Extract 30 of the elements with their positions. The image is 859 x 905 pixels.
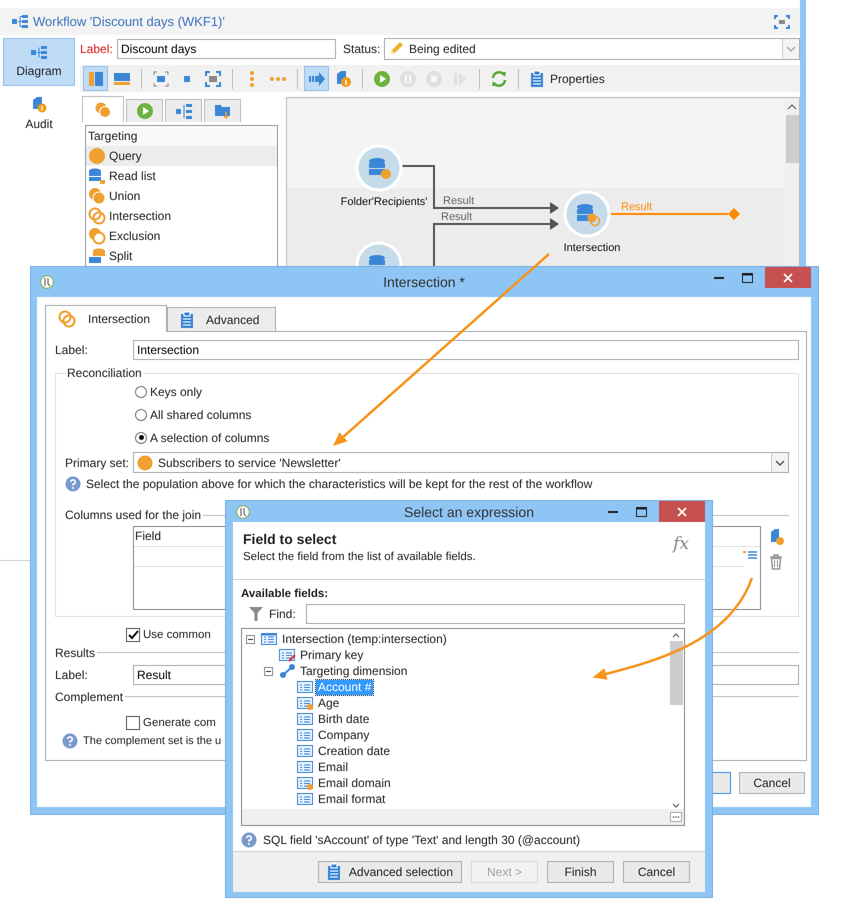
- dialog-heading: Field to select: [243, 531, 338, 547]
- find-caption: Find:: [269, 607, 296, 621]
- radio-label: Keys only: [150, 384, 202, 398]
- section-title: Available fields:: [241, 588, 330, 600]
- checkbox-label: Generate com: [143, 716, 216, 729]
- status-caption: Status:: [343, 42, 382, 56]
- label-caption: Label:: [55, 343, 89, 357]
- transition-label: Result: [443, 195, 474, 207]
- checkbox-label: Use common: [143, 628, 211, 641]
- dialog-subtitle: Select the field from the list of available fields.: [243, 551, 477, 563]
- transition-label: Result: [621, 201, 652, 213]
- hint-text: Select the population above for which the characteristics will be kept for the rest of the workflow: [86, 477, 592, 491]
- node-label: Intersection: [564, 242, 620, 254]
- dialog-title: Select an expression: [404, 504, 534, 520]
- label-caption: Label:: [80, 42, 114, 56]
- section-title: Results: [55, 646, 96, 660]
- section-title: Complement: [55, 690, 124, 704]
- primary-set-caption: Primary set:: [65, 456, 130, 470]
- window-title: Workflow 'Discount days (WKF1)': [33, 14, 225, 29]
- label-caption: Label:: [55, 668, 89, 682]
- hint-text: The complement set is the u: [83, 735, 222, 748]
- group-title: Reconciliation: [66, 366, 143, 380]
- dialog-title: Intersection *: [383, 274, 465, 290]
- hint-text: SQL field 'sAccount' of type 'Text' and length 30 (@account): [263, 833, 580, 847]
- radio-label: A selection of columns: [150, 430, 270, 444]
- palette-heading: Targeting: [86, 126, 277, 146]
- transition-label: Result: [441, 211, 472, 223]
- radio-label: All shared columns: [150, 408, 252, 422]
- group-title: Columns used for the join: [65, 508, 202, 522]
- node-label: Folder'Recipients': [340, 196, 428, 208]
